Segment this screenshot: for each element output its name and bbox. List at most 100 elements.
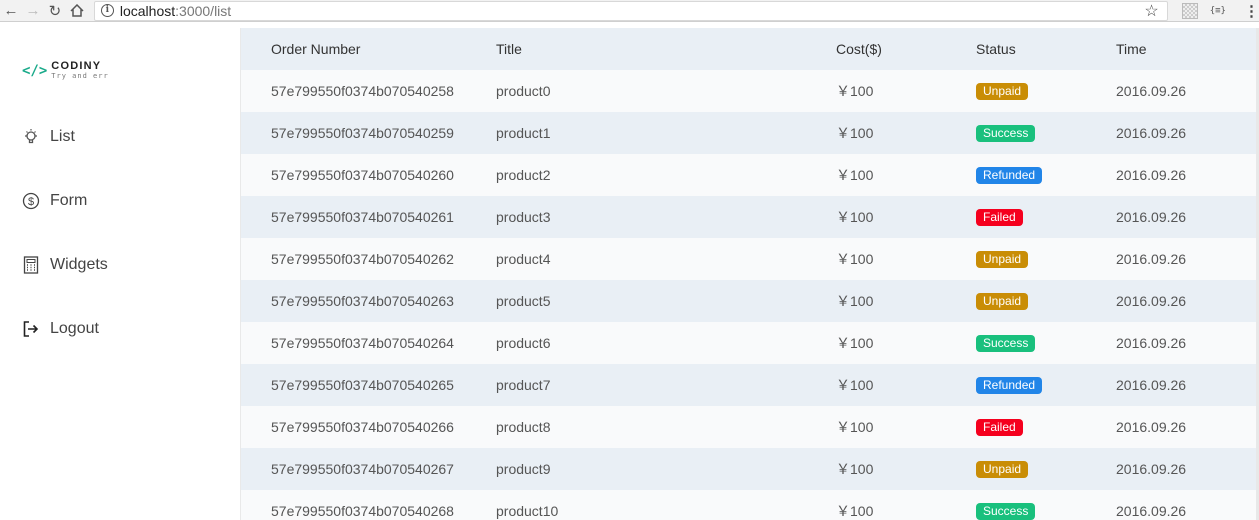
header-order-number[interactable]: Order Number [271, 41, 360, 57]
status-badge: Unpaid [976, 83, 1029, 100]
cell-order-number: 57e799550f0374b070540261 [271, 209, 454, 225]
header-title[interactable]: Title [496, 41, 522, 57]
cell-time: 2016.09.26 [1116, 209, 1187, 225]
sidebar-item-label: Widgets [50, 256, 108, 273]
cell-cost: ￥100 [836, 377, 874, 393]
status-badge: Refunded [976, 377, 1043, 394]
cell-time: 2016.09.26 [1116, 83, 1187, 99]
table-row[interactable]: 57e799550f0374b070540262 product4 ￥100 Unpa… [241, 238, 1256, 280]
header-time[interactable]: Time [1116, 41, 1147, 57]
cell-time: 2016.09.26 [1116, 125, 1187, 141]
status-badge: Unpaid [976, 293, 1029, 310]
address-bar[interactable]: i localhost:3000/list ☆ [93, 0, 1168, 21]
table-row[interactable]: 57e799550f0374b070540268 product10 ￥100 Suc… [241, 490, 1256, 520]
bookmark-star-icon[interactable]: ☆ [1144, 1, 1158, 21]
cell-time: 2016.09.26 [1116, 419, 1187, 435]
cell-title: product4 [496, 251, 551, 267]
status-badge: Refunded [976, 167, 1043, 184]
cell-status: Unpaid [976, 82, 1029, 100]
table-row[interactable]: 57e799550f0374b070540261 product3 ￥100 Fail… [241, 196, 1256, 238]
cell-title: product7 [496, 377, 551, 393]
cell-time: 2016.09.26 [1116, 167, 1187, 183]
sidebar: </> CODINY Try and err List $ Form Widge… [0, 28, 240, 520]
svg-text:$: $ [28, 196, 34, 208]
browser-toolbar: ← → ↻ i localhost:3000/list ☆ {≡} ⋮ [0, 0, 1259, 22]
status-badge: Success [976, 125, 1036, 142]
url-host: localhost [119, 2, 176, 19]
sidebar-item-widgets[interactable]: Widgets [22, 256, 108, 274]
cell-time: 2016.09.26 [1116, 251, 1187, 267]
table-row[interactable]: 57e799550f0374b070540263 product5 ￥100 Unpa… [241, 280, 1256, 322]
code-icon: </> [22, 63, 48, 79]
table-row[interactable]: 57e799550f0374b070540265 product7 ￥100 Refu… [241, 364, 1256, 406]
cell-cost: ￥100 [836, 209, 874, 225]
cell-cost: ￥100 [836, 167, 874, 183]
cell-time: 2016.09.26 [1116, 335, 1187, 351]
cell-status: Failed [976, 208, 1023, 226]
cell-cost: ￥100 [836, 293, 874, 309]
table-row[interactable]: 57e799550f0374b070540258 product0 ￥100 Unpa… [241, 70, 1256, 112]
header-status[interactable]: Status [976, 41, 1016, 57]
cell-status: Unpaid [976, 292, 1029, 310]
sidebar-item-label: Form [50, 192, 88, 209]
status-badge: Success [976, 503, 1036, 520]
url-path: :3000/list [175, 2, 232, 19]
sidebar-item-form[interactable]: $ Form [22, 192, 87, 210]
cell-status: Unpaid [976, 250, 1029, 268]
cell-status: Success [976, 502, 1036, 520]
cell-time: 2016.09.26 [1116, 293, 1187, 309]
orders-table: Order Number Title Cost($) Status Time 5… [240, 28, 1256, 520]
cell-title: product3 [496, 209, 551, 225]
forward-arrow-icon[interactable]: → [22, 0, 44, 22]
cell-status: Refunded [976, 376, 1043, 394]
extension-icon[interactable] [1181, 2, 1198, 19]
sidebar-item-logout[interactable]: Logout [22, 320, 99, 338]
back-arrow-icon[interactable]: ← [0, 0, 22, 22]
header-cost[interactable]: Cost($) [836, 41, 882, 57]
table-row[interactable]: 57e799550f0374b070540264 product6 ￥100 Succ… [241, 322, 1256, 364]
logo-title: CODINY [51, 60, 102, 72]
cell-title: product1 [496, 125, 551, 141]
cell-title: product2 [496, 167, 551, 183]
browser-menu-icon[interactable]: ⋮ [1244, 2, 1259, 20]
cell-status: Success [976, 124, 1036, 142]
cell-title: product10 [496, 503, 559, 519]
cell-order-number: 57e799550f0374b070540258 [271, 83, 454, 99]
cell-order-number: 57e799550f0374b070540265 [271, 377, 454, 393]
table-header: Order Number Title Cost($) Status Time [241, 28, 1256, 70]
table-row[interactable]: 57e799550f0374b070540266 product8 ￥100 Fail… [241, 406, 1256, 448]
logo[interactable]: </> CODINY Try and err [22, 61, 109, 81]
calculator-icon [22, 256, 40, 274]
logout-icon [22, 320, 40, 338]
cell-status: Unpaid [976, 460, 1029, 478]
cell-title: product5 [496, 293, 551, 309]
dollar-icon: $ [22, 192, 40, 210]
cell-order-number: 57e799550f0374b070540260 [271, 167, 454, 183]
cell-order-number: 57e799550f0374b070540266 [271, 419, 454, 435]
cell-status: Failed [976, 418, 1023, 436]
home-icon[interactable] [66, 0, 88, 22]
cell-time: 2016.09.26 [1116, 461, 1187, 477]
status-badge: Unpaid [976, 251, 1029, 268]
cell-order-number: 57e799550f0374b070540264 [271, 335, 454, 351]
cell-cost: ￥100 [836, 419, 874, 435]
json-extension-icon[interactable]: {≡} [1210, 6, 1226, 16]
sidebar-item-list[interactable]: List [22, 128, 75, 146]
cell-order-number: 57e799550f0374b070540259 [271, 125, 454, 141]
cell-title: product0 [496, 83, 551, 99]
cell-cost: ￥100 [836, 503, 874, 519]
cell-order-number: 57e799550f0374b070540262 [271, 251, 454, 267]
logo-subtitle: Try and err [51, 72, 109, 80]
cell-time: 2016.09.26 [1116, 503, 1187, 519]
cell-time: 2016.09.26 [1116, 377, 1187, 393]
table-row[interactable]: 57e799550f0374b070540259 product1 ￥100 Succ… [241, 112, 1256, 154]
cell-cost: ￥100 [836, 335, 874, 351]
cell-status: Refunded [976, 166, 1043, 184]
cell-title: product6 [496, 335, 551, 351]
reload-icon[interactable]: ↻ [44, 0, 66, 22]
table-row[interactable]: 57e799550f0374b070540267 product9 ￥100 Unpa… [241, 448, 1256, 490]
info-icon[interactable]: i [100, 4, 114, 17]
status-badge: Failed [976, 209, 1023, 226]
table-row[interactable]: 57e799550f0374b070540260 product2 ￥100 Refu… [241, 154, 1256, 196]
status-badge: Failed [976, 419, 1023, 436]
